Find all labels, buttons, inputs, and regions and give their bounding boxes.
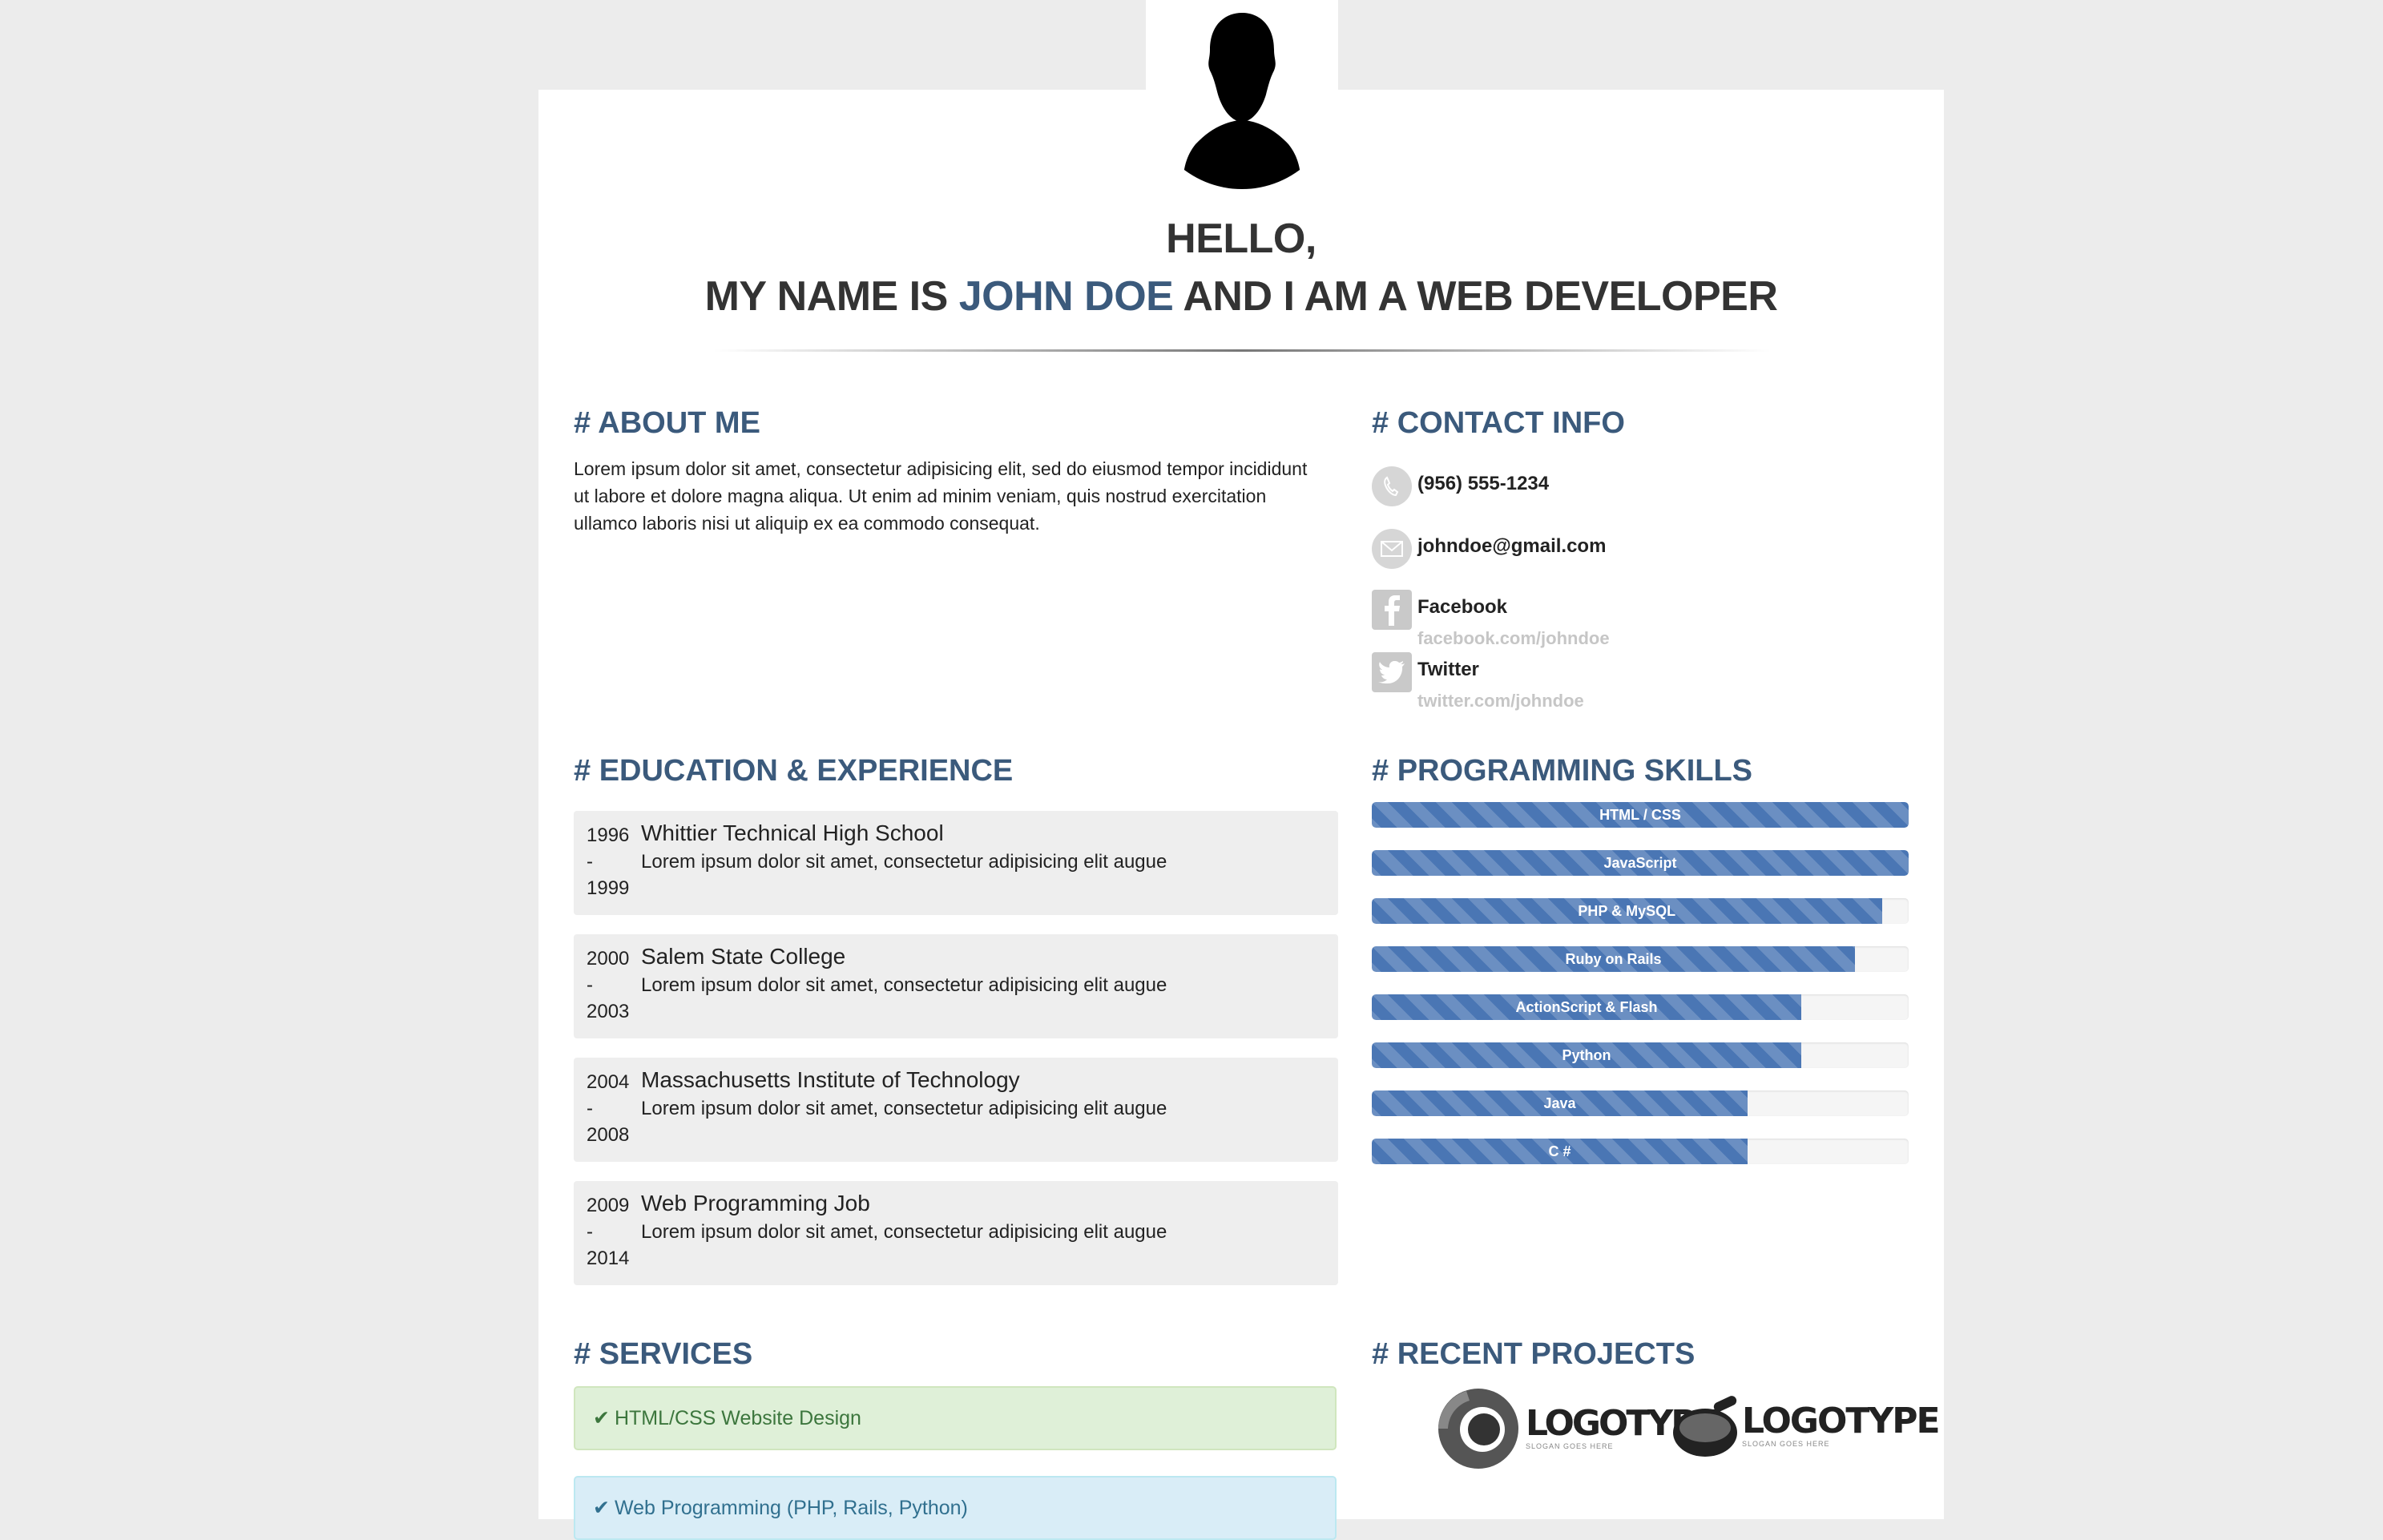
phone-icon <box>1372 466 1412 506</box>
service-item: ✔ Web Programming (PHP, Rails, Python) <box>574 1476 1337 1540</box>
service-label: Web Programming (PHP, Rails, Python) <box>614 1497 968 1519</box>
education-school: Whittier Technical High School <box>641 820 944 845</box>
project-logo[interactable]: LOGOTYPE SLOGAN GOES HERE <box>1671 1393 1941 1460</box>
person-silhouette-icon <box>1183 13 1301 189</box>
education-item: 1996-1999 Whittier Technical High School… <box>574 811 1338 915</box>
education-years: 2000-2003 <box>587 948 630 1022</box>
about-title: # ABOUT ME <box>574 406 760 440</box>
skill-bar: PHP & MySQL <box>1372 898 1909 924</box>
facebook-label[interactable]: Facebook <box>1417 596 1507 619</box>
education-desc: Lorem ipsum dolor sit amet, consectetur … <box>641 1221 1167 1243</box>
ring-logo-icon <box>1438 1389 1518 1469</box>
email-address[interactable]: johndoe@gmail.com <box>1417 535 1606 558</box>
skill-bar-fill: Ruby on Rails <box>1372 946 1855 972</box>
projects-title: # RECENT PROJECTS <box>1372 1337 1696 1371</box>
skill-bar: Ruby on Rails <box>1372 946 1909 972</box>
education-school: Massachusetts Institute of Technology <box>641 1067 1020 1092</box>
education-desc: Lorem ipsum dolor sit amet, consectetur … <box>641 851 1167 873</box>
facebook-url[interactable]: facebook.com/johndoe <box>1417 628 1610 649</box>
education-title: # EDUCATION & EXPERIENCE <box>574 754 1014 788</box>
greeting: HELLO, <box>1166 216 1316 262</box>
education-school: Salem State College <box>641 944 846 969</box>
skill-bar-fill: C # <box>1372 1139 1748 1164</box>
education-years: 2009-2014 <box>587 1195 630 1269</box>
skill-bar: Python <box>1372 1042 1909 1068</box>
facebook-icon[interactable] <box>1372 590 1412 630</box>
twitter-url[interactable]: twitter.com/johndoe <box>1417 691 1584 712</box>
twitter-icon[interactable] <box>1372 652 1412 692</box>
contact-title: # CONTACT INFO <box>1372 406 1625 440</box>
person-name: JOHN DOE <box>958 273 1174 320</box>
education-item: 2009-2014 Web Programming Job Lorem ipsu… <box>574 1181 1338 1285</box>
avatar <box>1146 0 1338 189</box>
education-years: 1996-1999 <box>587 824 630 899</box>
skill-bar-fill: JavaScript <box>1372 850 1909 876</box>
education-item: 2004-2008 Massachusetts Institute of Tec… <box>574 1058 1338 1162</box>
checkmark-icon: ✔ <box>593 1407 610 1429</box>
headline: HELLO, MY NAME IS JOHN DOE AND I AM A WE… <box>538 210 1944 325</box>
service-item: ✔ HTML/CSS Website Design <box>574 1386 1337 1450</box>
about-text: Lorem ipsum dolor sit amet, consectetur … <box>574 458 1308 534</box>
envelope-icon <box>1372 529 1412 569</box>
intro-line: MY NAME IS JOHN DOE AND I AM A WEB DEVEL… <box>538 268 1944 325</box>
checkmark-icon: ✔ <box>593 1497 610 1519</box>
education-years: 2004-2008 <box>587 1071 630 1146</box>
pot-logo-icon <box>1673 1396 1737 1457</box>
intro-prefix: MY NAME IS <box>704 273 949 320</box>
education-desc: Lorem ipsum dolor sit amet, consectetur … <box>641 1098 1167 1119</box>
intro-suffix: AND I AM A WEB DEVELOPER <box>1183 273 1778 320</box>
service-label: HTML/CSS Website Design <box>614 1407 861 1429</box>
education-desc: Lorem ipsum dolor sit amet, consectetur … <box>641 974 1167 996</box>
skill-bar-fill: HTML / CSS <box>1372 802 1909 828</box>
skill-bar: C # <box>1372 1139 1909 1164</box>
education-item: 2000-2003 Salem State College Lorem ipsu… <box>574 934 1338 1038</box>
divider <box>713 349 1771 352</box>
skill-bar: Java <box>1372 1090 1909 1116</box>
skills-title: # PROGRAMMING SKILLS <box>1372 754 1753 788</box>
skill-bar: JavaScript <box>1372 850 1909 876</box>
services-title: # SERVICES <box>574 1337 753 1371</box>
logo-text: LOGOTYPE <box>1742 1401 1941 1441</box>
skill-bar-fill: Python <box>1372 1042 1801 1068</box>
skill-bar: HTML / CSS <box>1372 802 1909 828</box>
skill-bar-fill: ActionScript & Flash <box>1372 994 1801 1020</box>
skill-bar-fill: Java <box>1372 1090 1748 1116</box>
skill-bar: ActionScript & Flash <box>1372 994 1909 1020</box>
twitter-label[interactable]: Twitter <box>1417 659 1479 681</box>
education-school: Web Programming Job <box>641 1191 870 1215</box>
phone-number[interactable]: (956) 555-1234 <box>1417 473 1549 495</box>
skill-bar-fill: PHP & MySQL <box>1372 898 1882 924</box>
